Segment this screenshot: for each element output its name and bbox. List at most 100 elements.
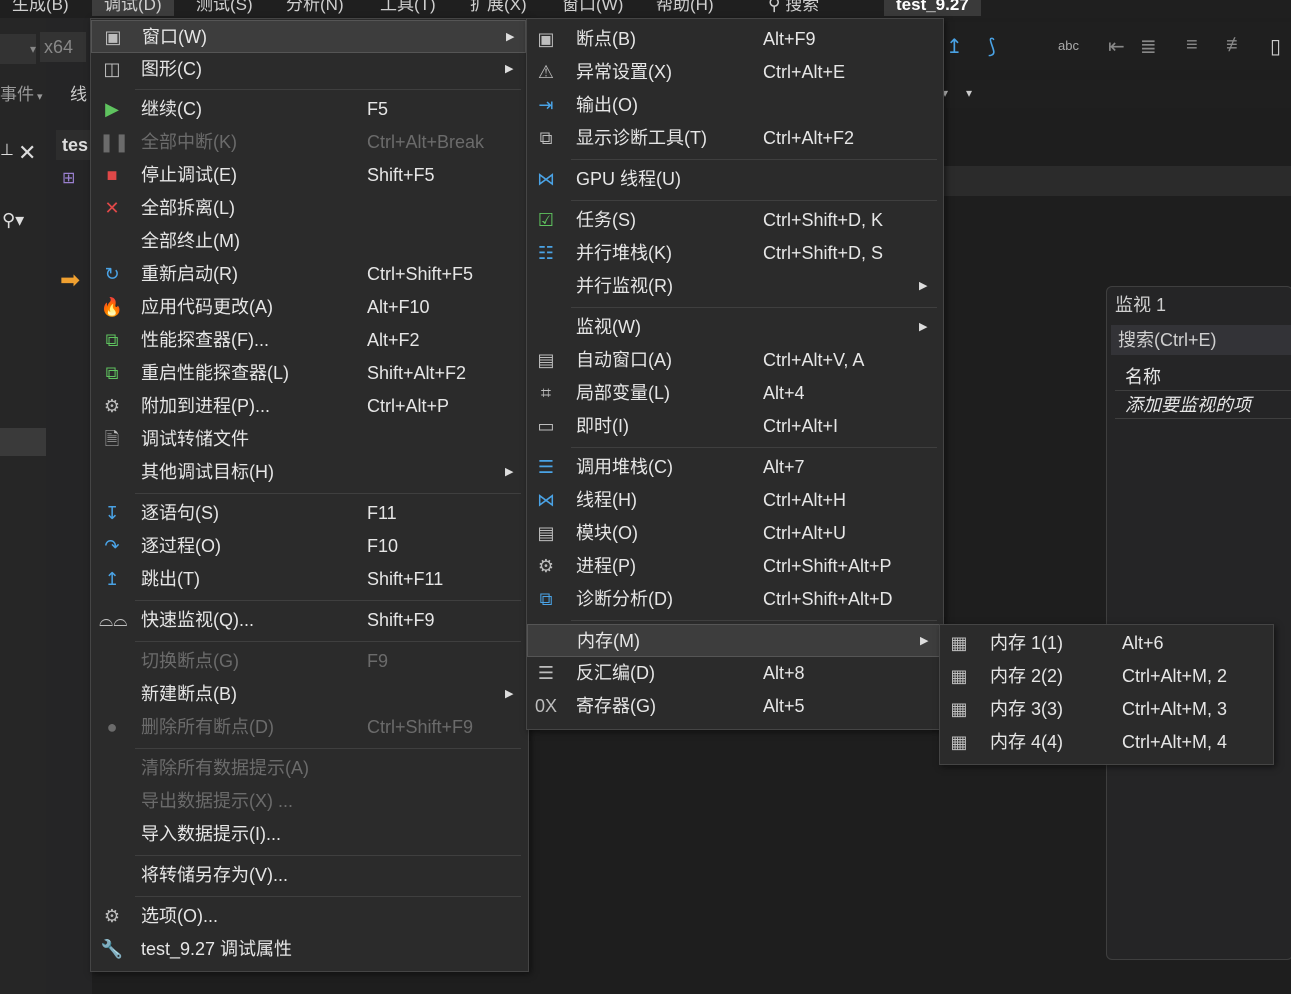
thread-label: 线 [70,85,87,104]
menu-debug[interactable]: 调试(D) [92,0,174,16]
window-menu-item[interactable]: ☰ 调用堆栈(C) Alt+7 [527,451,941,484]
pin-icon[interactable]: ⊥ [0,140,14,160]
bookmark-icon[interactable]: ▯ [1270,34,1281,59]
window-menu-item[interactable]: ▤ 模块(O) Ctrl+Alt+U [527,517,941,550]
debug-menu-item-label: 附加到进程(P)... [141,396,270,416]
submenu-arrow-icon: ▶ [505,466,514,478]
window-menu-item[interactable]: ⇥ 输出(O) [527,89,941,122]
memory-menu-item[interactable]: ▦ 内存 3(3) Ctrl+Alt+M, 3 [940,693,1271,726]
processes-icon: ⚙ [537,556,555,576]
debug-menu-item[interactable]: ✕ 全部拆离(L) [91,192,526,225]
window-menu-item-label: 反汇编(D) [576,663,655,683]
debug-menu-item-label: 导出数据提示(X) ... [141,791,293,811]
debug-menu-item-shortcut: Shift+F5 [367,165,435,185]
debug-menu-item[interactable]: ↷ 逐过程(O) F10 [91,530,526,563]
window-menu-item[interactable]: ⋈ GPU 线程(U) [527,163,941,196]
menu-extensions[interactable]: 扩展(X) [470,0,527,16]
watch-search-input[interactable]: 搜索(Ctrl+E) [1111,325,1291,355]
debug-menu-item-label: 导入数据提示(I)... [141,824,281,844]
debug-menu-item[interactable]: ◫ 图形(C) ▶ [91,53,526,86]
step-out-icon: ↥ [104,569,120,589]
window-menu-item-label: 调用堆栈(C) [576,457,673,477]
menu-separator [571,620,937,621]
window-menu-item-shortcut: Ctrl+Alt+F2 [763,128,855,148]
debug-menu-item-shortcut: Ctrl+Shift+F5 [367,264,474,284]
indent-icon[interactable]: ⇤ [1108,34,1125,59]
window-menu-item[interactable]: ⧉ 诊断分析(D) Ctrl+Shift+Alt+D [527,583,941,616]
window-menu-item[interactable]: 并行监视(R) ▶ [527,270,941,303]
menu-help[interactable]: 帮助(H) [656,0,714,16]
selected-line [0,428,46,456]
debug-menu-item[interactable]: 全部终止(M) [91,225,526,258]
window-menu-item[interactable]: ⌗ 局部变量(L) Alt+4 [527,377,941,410]
watch-add-item[interactable]: 添加要监视的项 [1115,391,1291,419]
debug-menu-item[interactable]: ⚙ 附加到进程(P)... Ctrl+Alt+P [91,390,526,423]
window-menu-item[interactable]: 0X 寄存器(G) Alt+5 [527,690,941,723]
debug-menu-item[interactable]: 🔥 应用代码更改(A) Alt+F10 [91,291,526,324]
window-menu-item[interactable]: 内存(M) ▶ [527,624,941,657]
submenu-arrow-icon: ▶ [920,635,929,647]
menu-analyze[interactable]: 分析(N) [286,0,344,16]
config-dropdown[interactable]: ▾ [0,34,36,64]
debug-menu-item[interactable]: ⧉ 性能探查器(F)... Alt+F2 [91,324,526,357]
window-menu-item[interactable]: ▭ 即时(I) Ctrl+Alt+I [527,410,941,443]
window-menu-item[interactable]: ☰ 反汇编(D) Alt+8 [527,657,941,690]
window-menu-item-shortcut: Ctrl+Alt+H [763,490,847,510]
window-menu-item[interactable]: ⋈ 线程(H) Ctrl+Alt+H [527,484,941,517]
debug-menu-item[interactable]: 🗎 调试转储文件 [91,423,526,456]
debug-menu-item[interactable]: ⌓⌓ 快速监视(Q)... Shift+F9 [91,604,526,637]
window-menu-item[interactable]: ▤ 自动窗口(A) Ctrl+Alt+V, A [527,344,941,377]
debug-menu-item[interactable]: ■ 停止调试(E) Shift+F5 [91,159,526,192]
menu-window[interactable]: 窗口(W) [562,0,623,16]
debug-menu-item-label: 全部终止(M) [141,231,240,251]
hot-reload-icon[interactable]: ⟆ [988,34,996,59]
modules-icon: ▤ [537,523,555,543]
search-dropdown-icon[interactable]: ⚲▾ [2,210,24,231]
debug-menu-item[interactable]: 将转储另存为(V)... [91,859,526,892]
debug-menu-item[interactable]: ▣ 窗口(W) ▶ [91,20,526,53]
parallel-stacks-icon: ☷ [537,243,555,263]
debug-menu-item[interactable]: ↻ 重新启动(R) Ctrl+Shift+F5 [91,258,526,291]
window-menu-item[interactable]: ⚙ 进程(P) Ctrl+Shift+Alt+P [527,550,941,583]
debug-menu-item[interactable]: 其他调试目标(H) ▶ [91,456,526,489]
format-icon[interactable]: ≣ [1140,34,1157,59]
debug-menu-item[interactable]: ⚙ 选项(O)... [91,900,526,933]
search-menu[interactable]: ⚲ 搜索 [768,0,819,16]
debug-menu-item[interactable]: ↧ 逐语句(S) F11 [91,497,526,530]
window-menu-item[interactable]: ▣ 断点(B) Alt+F9 [527,23,941,56]
memory-icon: ▦ [950,699,968,719]
menu-tools[interactable]: 工具(T) [380,0,436,16]
overflow-icon[interactable]: ▾ [966,86,972,100]
window-menu-item[interactable]: 监视(W) ▶ [527,311,941,344]
memory-menu-item[interactable]: ▦ 内存 4(4) Ctrl+Alt+M, 4 [940,726,1271,759]
window-menu-item-label: 内存(M) [577,631,640,651]
window-menu-item-shortcut: Ctrl+Shift+Alt+D [763,589,893,609]
debug-menu-item[interactable]: 导入数据提示(I)... [91,818,526,851]
debug-menu-item-label: 快速监视(Q)... [141,610,254,630]
outdent-icon[interactable]: ≡ [1186,34,1198,57]
step-out-icon[interactable]: ↥ [946,34,963,59]
menu-build[interactable]: 生成(B) [12,0,69,16]
window-menu-item-label: 局部变量(L) [576,383,670,403]
window-menu-item[interactable]: ☷ 并行堆栈(K) Ctrl+Shift+D, S [527,237,941,270]
memory-menu-item-shortcut: Ctrl+Alt+M, 2 [1122,666,1228,686]
spellcheck-icon[interactable]: abc [1058,38,1079,53]
window-menu-item[interactable]: ☑ 任务(S) Ctrl+Shift+D, K [527,204,941,237]
memory-menu-item[interactable]: ▦ 内存 2(2) Ctrl+Alt+M, 2 [940,660,1271,693]
current-line-arrow-icon: ➡ [60,267,81,294]
menu-separator [135,748,521,749]
memory-menu-item[interactable]: ▦ 内存 1(1) Alt+6 [940,627,1271,660]
window-menu-item[interactable]: ⚠ 异常设置(X) Ctrl+Alt+E [527,56,941,89]
debug-menu-item[interactable]: ⧉ 重启性能探查器(L) Shift+Alt+F2 [91,357,526,390]
close-icon[interactable]: ✕ [18,140,36,166]
window-menu-item[interactable]: ⧉ 显示诊断工具(T) Ctrl+Alt+F2 [527,122,941,155]
comment-icon[interactable]: ≢ [1226,34,1246,57]
disassembly-icon: ☰ [537,663,555,683]
debug-menu-item[interactable]: ▶ 继续(C) F5 [91,93,526,126]
menu-test[interactable]: 测试(S) [196,0,253,16]
debug-menu-item[interactable]: 🔧 test_9.27 调试属性 [91,933,526,966]
platform-dropdown[interactable]: x64 [40,32,86,62]
debug-menu-item[interactable]: ↥ 跳出(T) Shift+F11 [91,563,526,596]
debug-menu-item[interactable]: 新建断点(B) ▶ [91,678,526,711]
window-menu-item-label: GPU 线程(U) [576,169,681,189]
